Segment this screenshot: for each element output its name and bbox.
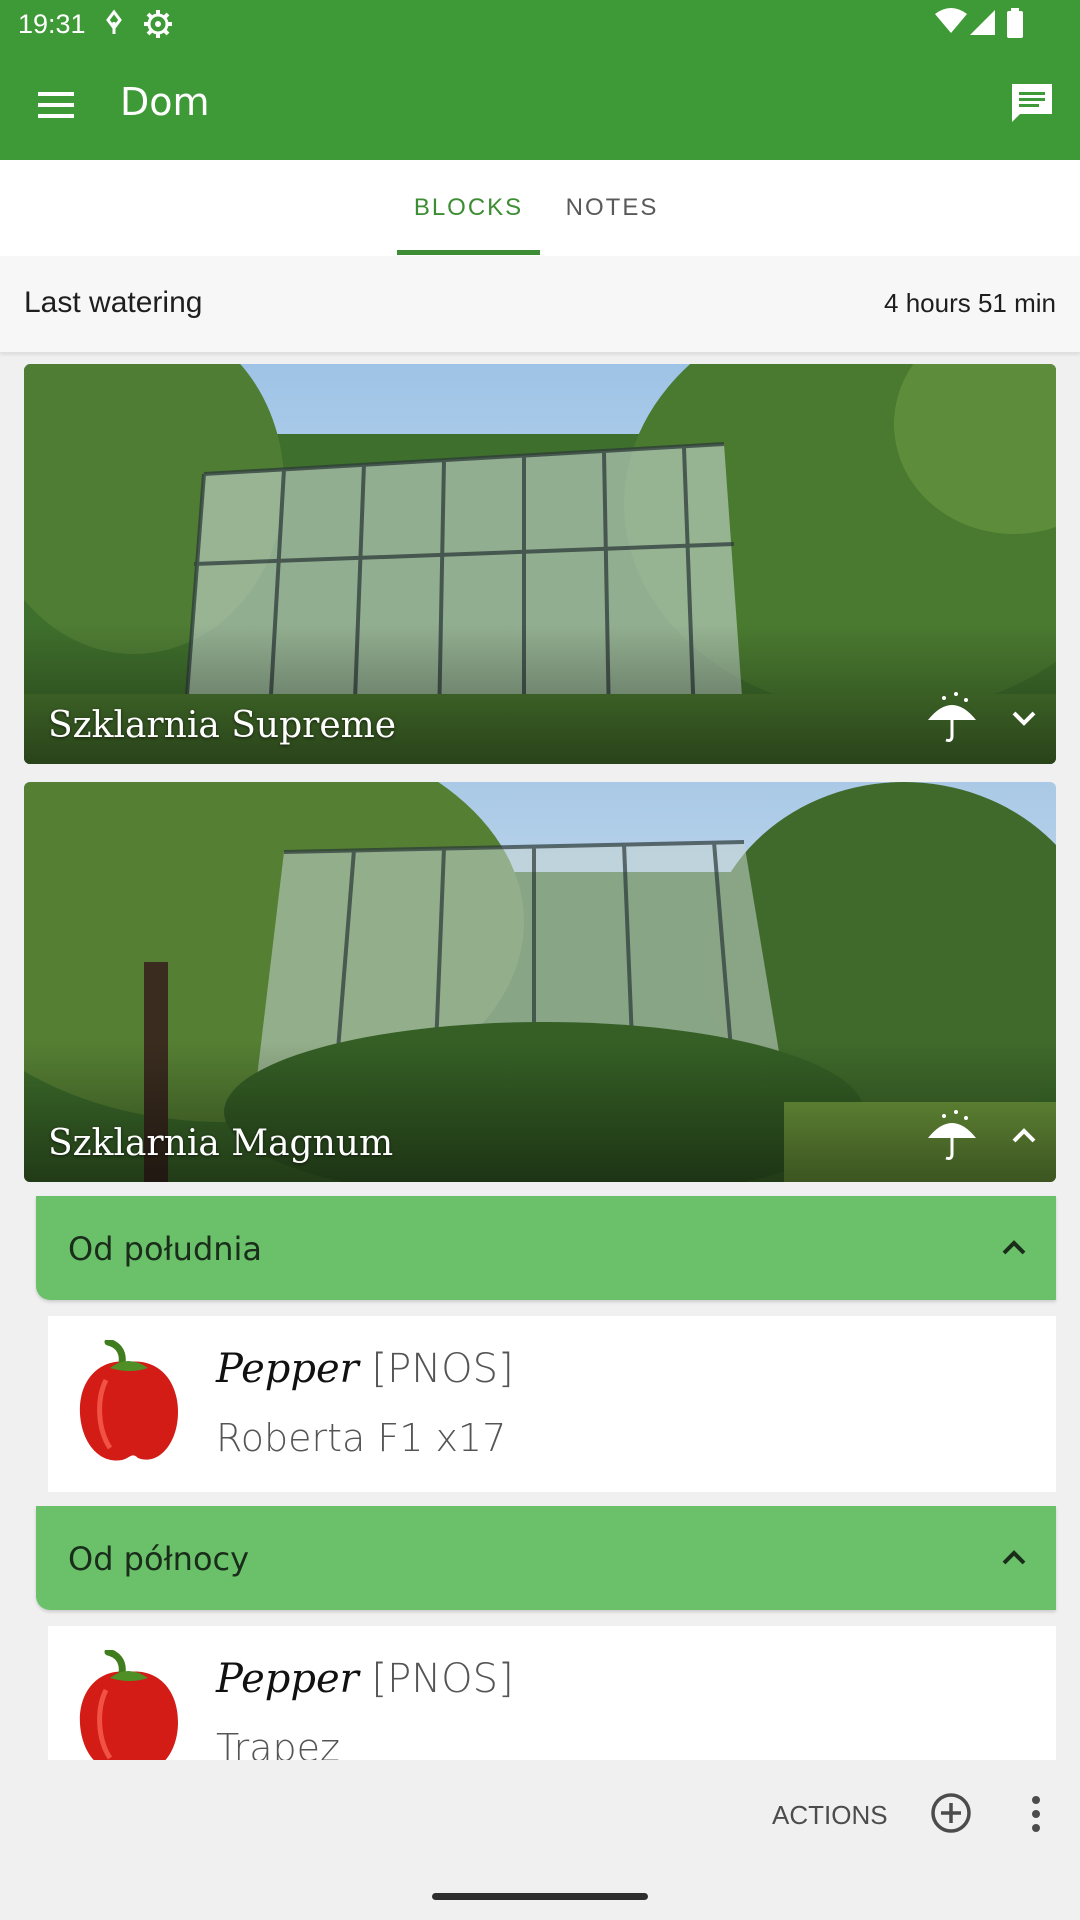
tab-bar: BLOCKS NOTES: [0, 160, 1080, 256]
block-card-supreme[interactable]: Szklarnia Supreme: [24, 364, 1056, 764]
section-title: Od południa: [68, 1230, 263, 1268]
chevron-up-icon[interactable]: [998, 1542, 1030, 1574]
block-name: Szklarnia Magnum: [48, 1123, 394, 1164]
plant-species: Pepper: [216, 1656, 359, 1702]
actions-button[interactable]: ACTIONS: [772, 1800, 888, 1831]
plant-code: [PNOS]: [371, 1346, 514, 1392]
tab-selected-indicator: [397, 250, 540, 255]
tab-blocks[interactable]: BLOCKS: [397, 160, 540, 256]
plant-row[interactable]: Pepper [PNOS] Trapez: [48, 1626, 1056, 1760]
last-watering-label: Last watering: [24, 286, 203, 319]
app-bar: Dom: [0, 50, 1080, 160]
pepper-image: [79, 1340, 178, 1461]
greenhouse-photo: [24, 782, 1056, 1182]
plant-species: Pepper: [216, 1346, 359, 1392]
block-name: Szklarnia Supreme: [48, 705, 397, 746]
plant-name: Pepper [PNOS]: [216, 1346, 514, 1392]
rain-umbrella-icon[interactable]: [924, 690, 980, 746]
greenhouse-photo: [24, 364, 1056, 764]
last-watering-value: 4 hours 51 min: [884, 288, 1056, 318]
app-title: Dom: [120, 80, 210, 124]
home-indicator[interactable]: [432, 1893, 648, 1900]
wifi-icon: [935, 8, 967, 33]
data-saver-icon: [106, 9, 122, 34]
tab-notes[interactable]: NOTES: [552, 160, 672, 256]
status-time: 19:31: [18, 9, 86, 39]
plant-row[interactable]: Pepper [PNOS] Roberta F1 x17: [48, 1316, 1056, 1492]
last-watering-row: Last watering 4 hours 51 min: [0, 256, 1080, 353]
signal-icon: [970, 10, 995, 35]
chevron-down-icon[interactable]: [1006, 700, 1042, 736]
section-title: Od północy: [68, 1540, 250, 1578]
rain-umbrella-icon[interactable]: [924, 1108, 980, 1164]
chat-icon[interactable]: [1008, 80, 1056, 128]
more-vert-icon[interactable]: [1024, 1794, 1048, 1834]
section-header-south[interactable]: Od południa: [36, 1196, 1056, 1300]
chevron-up-icon[interactable]: [998, 1232, 1030, 1264]
status-bar: 19:31: [0, 0, 1080, 50]
plant-code: [PNOS]: [371, 1656, 514, 1702]
plant-variety: Trapez: [216, 1726, 340, 1760]
block-card-magnum[interactable]: Szklarnia Magnum: [24, 782, 1056, 1182]
menu-icon[interactable]: [36, 85, 76, 125]
battery-icon: [1007, 8, 1023, 38]
bottom-action-bar: ACTIONS: [0, 1760, 1080, 1870]
plant-variety: Roberta F1 x17: [216, 1416, 507, 1460]
section-header-north[interactable]: Od północy: [36, 1506, 1056, 1610]
settings-gear-icon: [144, 10, 172, 38]
pepper-image: [79, 1650, 178, 1760]
plant-name: Pepper [PNOS]: [216, 1656, 514, 1702]
add-circle-icon[interactable]: [930, 1792, 972, 1834]
chevron-up-icon[interactable]: [1006, 1118, 1042, 1154]
